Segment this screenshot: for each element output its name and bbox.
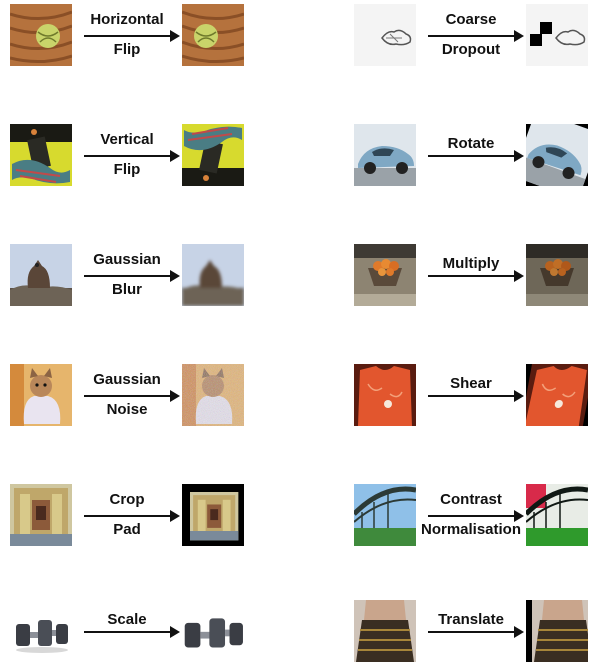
original-image-ornate-facade	[10, 484, 72, 546]
original-image-dumbbells	[10, 600, 72, 662]
augmentation-row-rotate: Rotate	[354, 124, 588, 188]
augmentation-row-crop-pad: Crop Pad	[10, 484, 244, 548]
transform-arrow	[428, 30, 524, 42]
transform-arrow	[428, 270, 524, 282]
augmentation-row-translate: Translate	[354, 600, 588, 664]
transform-arrow	[84, 150, 180, 162]
augmentation-row-vertical-flip: Vertical Flip	[10, 124, 244, 188]
transform-arrow	[84, 270, 180, 282]
transform-arrow	[428, 150, 524, 162]
augmented-image-shirt-sheared	[526, 364, 588, 426]
augmented-image-sketch-dropout	[526, 4, 588, 66]
transform-arrow	[84, 510, 180, 522]
augmentation-row-horizontal-flip: Horizontal Flip	[10, 4, 244, 68]
original-image-sketch	[354, 4, 416, 66]
augmented-image-skirt-translated	[526, 600, 588, 662]
original-image-sandals	[10, 124, 72, 186]
augmented-image-dog-noisy	[182, 364, 244, 426]
transform-arrow	[84, 30, 180, 42]
transform-arrow	[428, 626, 524, 638]
original-image-fruit-basket	[354, 244, 416, 306]
augmentation-row-contrast-normalisation: Contrast Normalisation	[354, 484, 588, 548]
transform-arrow	[428, 510, 524, 522]
augmented-image-car-rotated	[526, 124, 588, 186]
augmented-image-dumbbells-scaled	[182, 600, 244, 662]
augmented-image-bridge-contrast	[526, 484, 588, 546]
transform-arrow	[428, 390, 524, 402]
augmentation-row-multiply: Multiply	[354, 244, 588, 308]
augmented-image-sandals-flipped	[182, 124, 244, 186]
augmentation-row-shear: Shear	[354, 364, 588, 428]
augmentation-row-gaussian-noise: Gaussian Noise	[10, 364, 244, 428]
augmentation-row-scale: Scale	[10, 600, 244, 664]
augmentation-row-coarse-dropout: Coarse Dropout	[354, 4, 588, 68]
augmented-image-fruit-darkened	[526, 244, 588, 306]
augmented-image-ball-flipped	[182, 4, 244, 66]
transform-arrow	[84, 626, 180, 638]
original-image-small-dog	[10, 364, 72, 426]
augmented-image-facade-padded	[182, 484, 244, 546]
original-image-bridge	[354, 484, 416, 546]
original-image-animal-on-rocks	[10, 244, 72, 306]
transform-arrow	[84, 390, 180, 402]
original-image-sports-car	[354, 124, 416, 186]
original-image-skirt	[354, 600, 416, 662]
original-image-orange-shirt	[354, 364, 416, 426]
augmentation-row-gaussian-blur: Gaussian Blur	[10, 244, 244, 308]
original-image-ball-on-wood	[10, 4, 72, 66]
augmented-image-animal-blurred	[182, 244, 244, 306]
